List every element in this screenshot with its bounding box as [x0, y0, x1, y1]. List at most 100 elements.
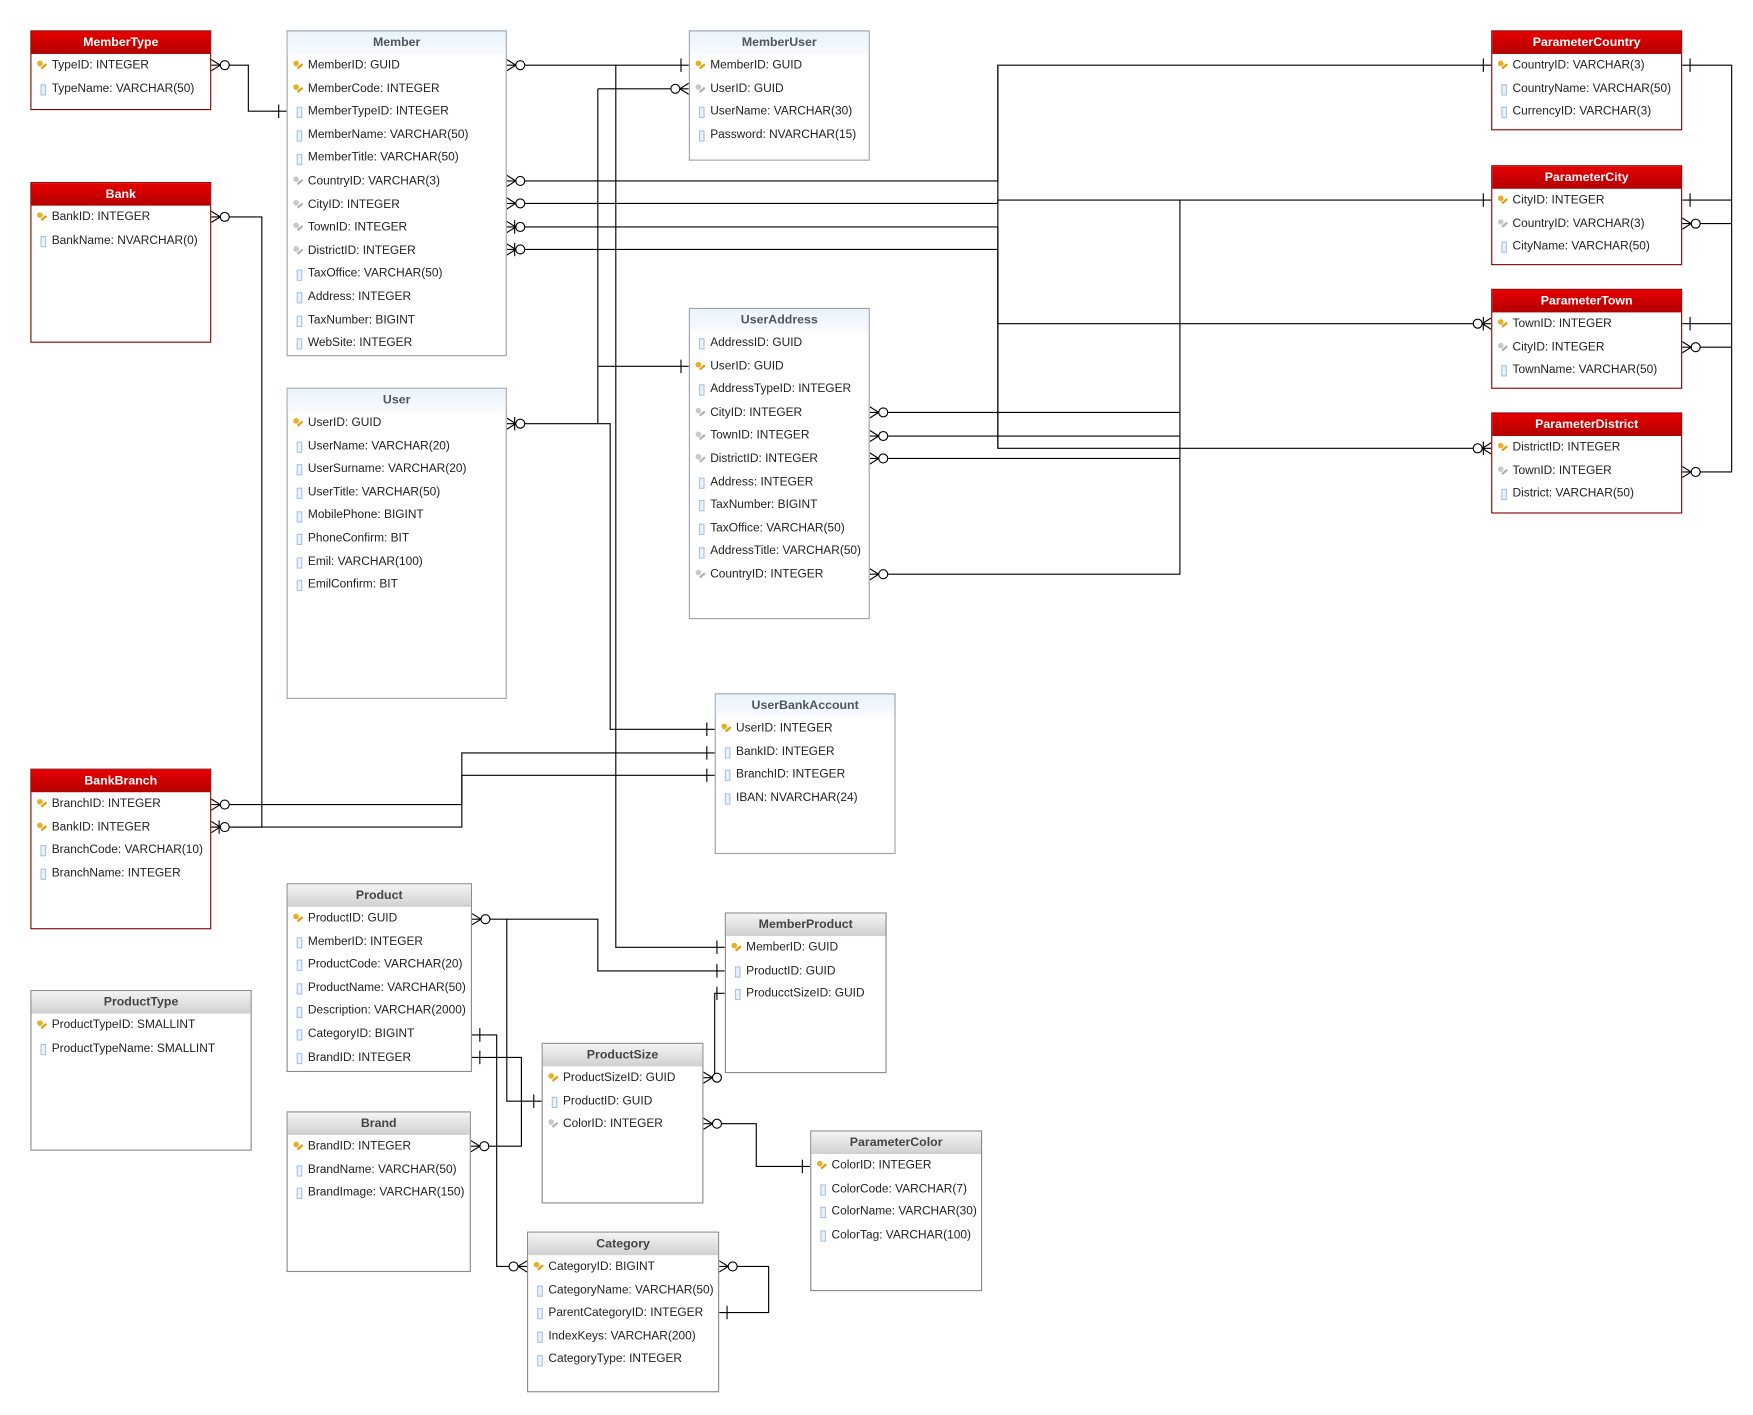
column-row[interactable]: TownID: INTEGER: [1492, 312, 1681, 335]
column-row[interactable]: ProductID: GUID: [543, 1090, 703, 1113]
column-row[interactable]: BrandID: INTEGER: [288, 1135, 470, 1158]
column-row[interactable]: MemberID: INTEGER: [288, 930, 471, 953]
column-row[interactable]: CityID: INTEGER: [288, 193, 506, 216]
column-row[interactable]: CurrencyID: VARCHAR(3): [1492, 100, 1681, 123]
table-user-bank-account[interactable]: UserBankAccount UserID: INTEGER BankID: IN…: [714, 693, 896, 855]
column-row[interactable]: UserName: VARCHAR(20): [288, 434, 506, 457]
column-row[interactable]: DistrictID: INTEGER: [1492, 436, 1681, 459]
table-member-type[interactable]: MemberType TypeID: INTEGER TypeName: VARCH…: [30, 30, 212, 111]
column-row[interactable]: Password: NVARCHAR(15): [690, 123, 869, 146]
column-row[interactable]: UserID: GUID: [690, 355, 869, 378]
column-row[interactable]: ColorCode: VARCHAR(7): [811, 1177, 981, 1200]
column-row[interactable]: MemberName: VARCHAR(50): [288, 123, 506, 146]
column-row[interactable]: CountryID: VARCHAR(3): [288, 170, 506, 193]
column-row[interactable]: IBAN: NVARCHAR(24): [716, 786, 895, 809]
column-row[interactable]: ParentCategoryID: INTEGER: [528, 1301, 718, 1324]
column-row[interactable]: DistrictID: INTEGER: [288, 239, 506, 262]
column-row[interactable]: ProductID: GUID: [726, 959, 886, 982]
column-row[interactable]: CategoryID: BIGINT: [528, 1255, 718, 1278]
column-row[interactable]: UserSurname: VARCHAR(20): [288, 458, 506, 481]
column-row[interactable]: MemberTypeID: INTEGER: [288, 100, 506, 123]
column-row[interactable]: CategoryName: VARCHAR(50): [528, 1278, 718, 1301]
column-row[interactable]: UserTitle: VARCHAR(50): [288, 481, 506, 504]
table-parameter-city[interactable]: ParameterCity CityID: INTEGER CountryID: V…: [1491, 165, 1683, 266]
column-row[interactable]: EmilConfirm: BIT: [288, 573, 506, 596]
column-row[interactable]: ColorID: INTEGER: [811, 1154, 981, 1177]
column-row[interactable]: MemberID: GUID: [726, 936, 886, 959]
column-row[interactable]: Address: INTEGER: [690, 470, 869, 493]
table-member-product[interactable]: MemberProduct MemberID: GUID ProductID: GU…: [724, 912, 887, 1074]
column-row[interactable]: TypeName: VARCHAR(50): [31, 77, 210, 100]
table-member[interactable]: Member MemberID: GUID MemberCode: INTEGER M…: [286, 30, 507, 357]
column-row[interactable]: CityID: INTEGER: [690, 401, 869, 424]
table-member-user[interactable]: MemberUser MemberID: GUID UserID: GUID User…: [688, 30, 870, 161]
column-row[interactable]: ProductTypeName: SMALLINT: [31, 1037, 250, 1060]
column-row[interactable]: BrandID: INTEGER: [288, 1046, 471, 1069]
column-row[interactable]: CityName: VARCHAR(50): [1492, 235, 1681, 258]
column-row[interactable]: IndexKeys: VARCHAR(200): [528, 1325, 718, 1348]
column-row[interactable]: CountryID: INTEGER: [690, 563, 869, 586]
column-row[interactable]: BranchID: INTEGER: [31, 792, 210, 815]
column-row[interactable]: CountryID: VARCHAR(3): [1492, 212, 1681, 235]
column-row[interactable]: ProductTypeID: SMALLINT: [31, 1014, 250, 1037]
column-row[interactable]: ColorTag: VARCHAR(100): [811, 1223, 981, 1246]
table-category[interactable]: Category CategoryID: BIGINT CategoryName: …: [527, 1231, 720, 1393]
column-row[interactable]: MobilePhone: BIGINT: [288, 504, 506, 527]
column-row[interactable]: TownName: VARCHAR(50): [1492, 359, 1681, 382]
column-row[interactable]: BrandName: VARCHAR(50): [288, 1158, 470, 1181]
column-row[interactable]: AddressID: GUID: [690, 331, 869, 354]
table-parameter-district[interactable]: ParameterDistrict DistrictID: INTEGER Town…: [1491, 412, 1683, 514]
column-row[interactable]: Address: INTEGER: [288, 285, 506, 308]
column-row[interactable]: DistrictID: INTEGER: [690, 447, 869, 470]
column-row[interactable]: Description: VARCHAR(2000): [288, 999, 471, 1022]
column-row[interactable]: PhoneConfirm: BIT: [288, 527, 506, 550]
table-bank[interactable]: Bank BankID: INTEGER BankName: NVARCHAR(0): [30, 182, 212, 343]
column-row[interactable]: MemberTitle: VARCHAR(50): [288, 147, 506, 170]
table-parameter-color[interactable]: ParameterColor ColorID: INTEGER ColorCode:…: [810, 1130, 983, 1292]
column-row[interactable]: ProductSizeID: GUID: [543, 1066, 703, 1089]
column-row[interactable]: BranchID: INTEGER: [716, 763, 895, 786]
column-row[interactable]: CountryID: VARCHAR(3): [1492, 54, 1681, 77]
column-row[interactable]: BankID: INTEGER: [31, 206, 210, 229]
column-row[interactable]: UserID: GUID: [690, 77, 869, 100]
table-product-size[interactable]: ProductSize ProductSizeID: GUID ProductID:…: [541, 1042, 704, 1204]
column-row[interactable]: BrandImage: VARCHAR(150): [288, 1181, 470, 1204]
table-user-address[interactable]: UserAddress AddressID: GUID UserID: GUID Ad…: [688, 307, 870, 620]
column-row[interactable]: TaxOffice: VARCHAR(50): [288, 262, 506, 285]
table-product-type[interactable]: ProductType ProductTypeID: SMALLINT Produc…: [30, 989, 252, 1151]
column-row[interactable]: MemberID: GUID: [690, 54, 869, 77]
column-row[interactable]: TownID: INTEGER: [288, 216, 506, 239]
column-row[interactable]: CountryName: VARCHAR(50): [1492, 77, 1681, 100]
column-row[interactable]: WebSite: INTEGER: [288, 332, 506, 355]
column-row[interactable]: ProductName: VARCHAR(50): [288, 976, 471, 999]
column-row[interactable]: UserID: INTEGER: [716, 717, 895, 740]
column-row[interactable]: ColorID: INTEGER: [543, 1113, 703, 1136]
column-row[interactable]: CategoryType: INTEGER: [528, 1348, 718, 1371]
table-parameter-country[interactable]: ParameterCountry CountryID: VARCHAR(3) Cou…: [1491, 30, 1683, 131]
column-row[interactable]: District: VARCHAR(50): [1492, 482, 1681, 505]
column-row[interactable]: ProducctSizeID: GUID: [726, 982, 886, 1005]
column-row[interactable]: TaxNumber: BIGINT: [690, 493, 869, 516]
column-row[interactable]: TaxNumber: BIGINT: [288, 308, 506, 331]
column-row[interactable]: BranchName: INTEGER: [31, 862, 210, 885]
column-row[interactable]: BankName: NVARCHAR(0): [31, 229, 210, 252]
column-row[interactable]: ProductID: GUID: [288, 907, 471, 930]
column-row[interactable]: UserID: GUID: [288, 411, 506, 434]
column-row[interactable]: ProductCode: VARCHAR(20): [288, 953, 471, 976]
column-row[interactable]: TaxOffice: VARCHAR(50): [690, 517, 869, 540]
column-row[interactable]: AddressTitle: VARCHAR(50): [690, 540, 869, 563]
column-row[interactable]: MemberCode: INTEGER: [288, 77, 506, 100]
column-row[interactable]: BankID: INTEGER: [716, 740, 895, 763]
column-row[interactable]: BranchCode: VARCHAR(10): [31, 839, 210, 862]
column-row[interactable]: AddressTypeID: INTEGER: [690, 378, 869, 401]
column-row[interactable]: CityID: INTEGER: [1492, 189, 1681, 212]
table-parameter-town[interactable]: ParameterTown TownID: INTEGER CityID: INTE…: [1491, 288, 1683, 389]
table-product[interactable]: Product ProductID: GUID MemberID: INTEGER P…: [286, 883, 472, 1073]
column-row[interactable]: CityID: INTEGER: [1492, 336, 1681, 359]
column-row[interactable]: TownID: INTEGER: [1492, 459, 1681, 482]
column-row[interactable]: UserName: VARCHAR(30): [690, 100, 869, 123]
table-brand[interactable]: Brand BrandID: INTEGER BrandName: VARCHAR(…: [286, 1111, 471, 1273]
column-row[interactable]: ColorName: VARCHAR(30): [811, 1200, 981, 1223]
table-user[interactable]: User UserID: GUID UserName: VARCHAR(20) Use…: [286, 387, 507, 699]
column-row[interactable]: TypeID: INTEGER: [31, 54, 210, 77]
